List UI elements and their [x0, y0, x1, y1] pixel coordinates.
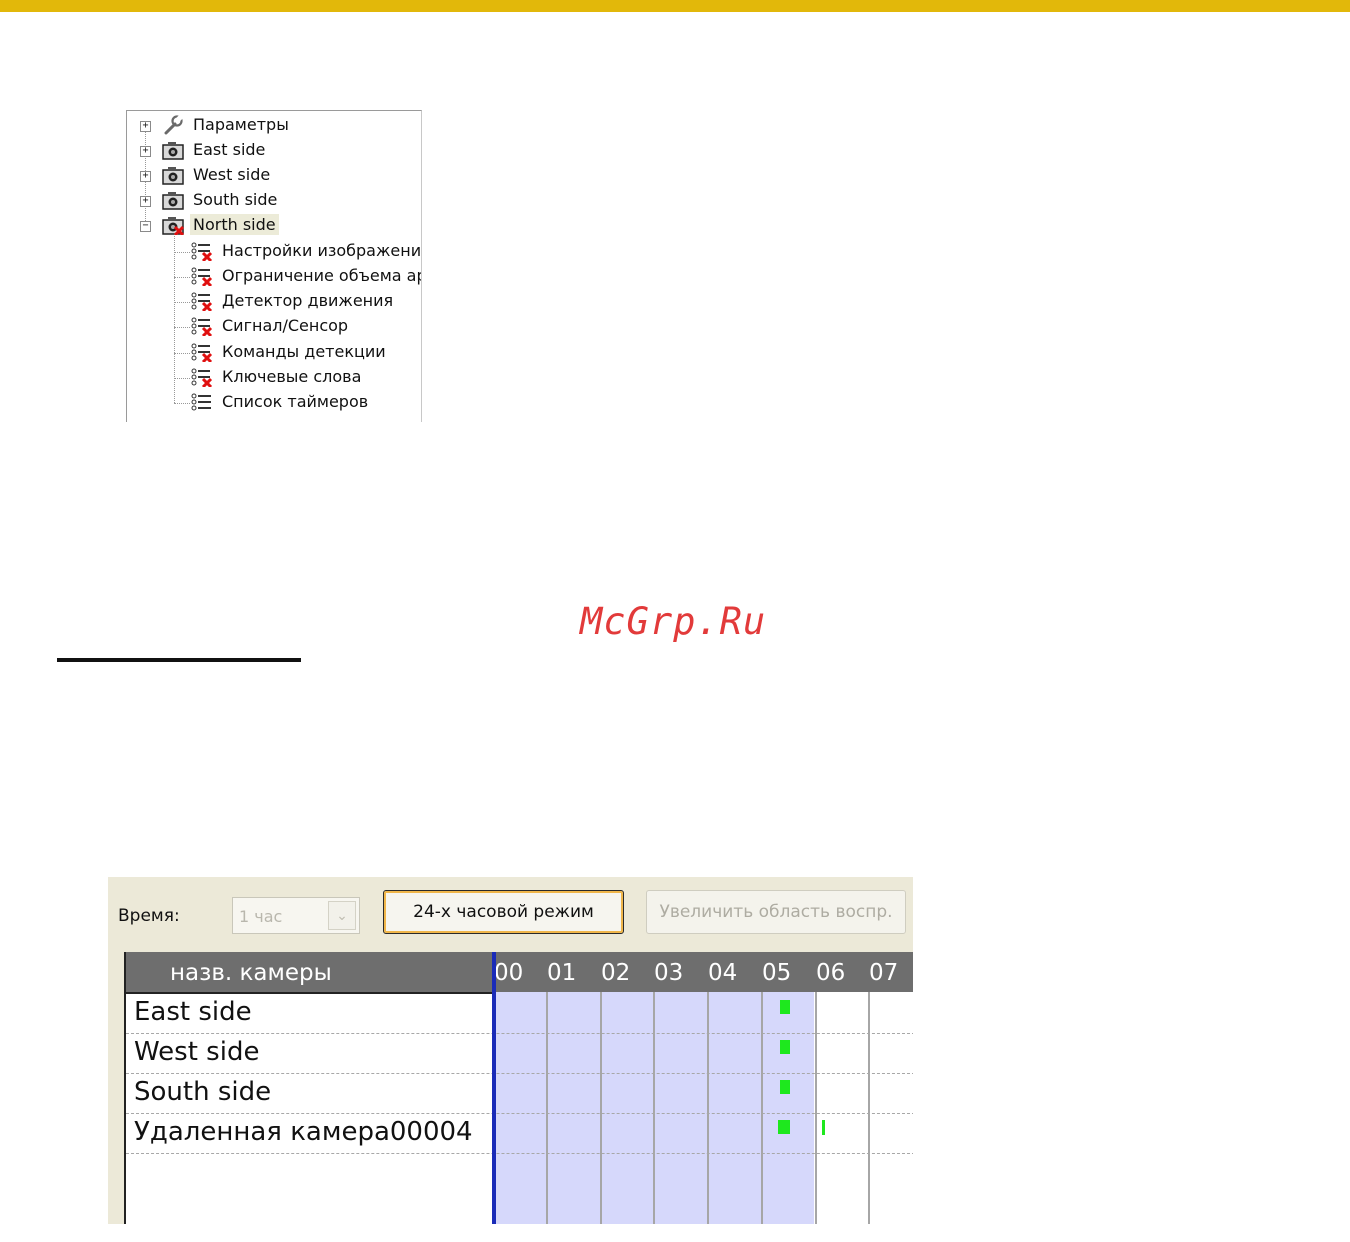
camera-row-east-side[interactable]: East side — [134, 997, 252, 1027]
24h-mode-button[interactable]: 24-х часовой режим — [383, 890, 624, 934]
settings-list-error-icon — [191, 267, 213, 286]
settings-list-icon — [191, 393, 211, 410]
camera-row-south-side[interactable]: South side — [134, 1077, 271, 1107]
tree-child-image-settings[interactable]: Настройки изображения — [191, 238, 422, 263]
timeline-header: назв. камеры 00 01 02 03 04 05 06 07 — [126, 952, 913, 992]
timeline-panel: Время: 1 час ⌄ 24-х часовой режим Увелич… — [108, 877, 913, 1224]
expand-toggle-east-side[interactable]: + — [140, 146, 151, 157]
tree-node-label: Список таймеров — [222, 392, 369, 411]
row-divider — [126, 1153, 913, 1154]
top-accent-bar — [0, 0, 1350, 12]
tree-node-label: Ограничение объема архи — [222, 266, 421, 285]
hour-label: 05 — [762, 960, 792, 986]
recording-segment[interactable] — [780, 1040, 790, 1054]
hour-gridline — [761, 992, 763, 1224]
tree-node-label: South side — [193, 190, 278, 209]
tree-child-signal-sensor[interactable]: Сигнал/Сенсор — [191, 313, 351, 338]
settings-list-error-icon — [191, 343, 213, 362]
tree-node-label-selected: North side — [190, 214, 279, 235]
tree-node-parameters[interactable]: Параметры — [162, 112, 292, 137]
camera-row-west-side[interactable]: West side — [134, 1037, 259, 1067]
expand-toggle-west-side[interactable]: + — [140, 171, 151, 182]
row-divider — [126, 1073, 913, 1074]
settings-list-error-icon — [191, 368, 213, 387]
tree-connector — [174, 378, 190, 379]
tree-child-motion-detector[interactable]: Детектор движения — [191, 288, 396, 313]
hour-label: 01 — [547, 960, 577, 986]
chevron-down-icon[interactable]: ⌄ — [328, 901, 356, 930]
tree-connector — [174, 353, 190, 354]
time-scale-select[interactable]: 1 час ⌄ — [232, 897, 360, 934]
hour-gridline — [815, 992, 817, 1224]
tree-node-south-side[interactable]: South side — [162, 187, 280, 212]
hour-label: 06 — [816, 960, 846, 986]
hour-label: 07 — [869, 960, 899, 986]
settings-list-error-icon — [191, 317, 213, 336]
hour-label: 04 — [708, 960, 738, 986]
tree-node-label: Ключевые слова — [222, 367, 362, 386]
watermark-text: McGrp.Ru — [580, 600, 767, 643]
tree-node-west-side[interactable]: West side — [162, 162, 273, 187]
recording-segment[interactable] — [780, 1000, 790, 1014]
expand-toggle-parameters[interactable]: + — [140, 121, 151, 132]
wrench-icon — [164, 113, 184, 134]
tree-connector — [174, 302, 190, 303]
tree-node-label: Команды детекции — [222, 342, 386, 361]
tree-node-east-side[interactable]: East side — [162, 137, 268, 162]
row-divider — [126, 1033, 913, 1034]
collapse-toggle-north-side[interactable]: − — [140, 221, 151, 232]
tree-node-north-side[interactable]: North side — [162, 212, 279, 237]
recording-segment[interactable] — [780, 1080, 790, 1094]
tree-node-label: West side — [193, 165, 271, 184]
camera-error-icon — [162, 216, 184, 235]
camera-icon — [162, 141, 184, 160]
timeline-grid[interactable]: назв. камеры 00 01 02 03 04 05 06 07 Eas… — [124, 952, 913, 1224]
recording-segment[interactable] — [778, 1120, 790, 1134]
recording-segment[interactable] — [822, 1120, 825, 1135]
header-bottom-border — [126, 992, 493, 994]
tree-child-timer-list[interactable]: Список таймеров — [191, 389, 371, 414]
tree-child-detection-commands[interactable]: Команды детекции — [191, 339, 389, 364]
tree-node-label: Настройки изображения — [222, 241, 422, 260]
row-divider — [126, 1113, 913, 1114]
expand-toggle-south-side[interactable]: + — [140, 196, 151, 207]
time-scale-value: 1 час — [239, 907, 283, 926]
time-label: Время: — [118, 906, 180, 926]
settings-list-error-icon — [191, 292, 213, 311]
camera-name-header: назв. камеры — [170, 960, 332, 986]
device-tree[interactable]: + Параметры + East side + West side + So… — [126, 110, 422, 422]
settings-list-error-icon — [191, 242, 213, 261]
tree-child-keywords[interactable]: Ключевые слова — [191, 364, 364, 389]
tree-connector — [174, 327, 190, 328]
playback-cursor[interactable] — [492, 952, 496, 1224]
tree-node-label: Детектор движения — [222, 291, 394, 310]
hour-gridline — [653, 992, 655, 1224]
hour-label: 03 — [654, 960, 684, 986]
camera-icon — [162, 166, 184, 185]
tree-connector — [174, 252, 190, 253]
tree-connector — [174, 277, 190, 278]
enlarge-playback-area-button[interactable]: Увеличить область воспр. — [646, 890, 906, 934]
tree-node-label: East side — [193, 140, 266, 159]
camera-row-remote-camera[interactable]: Удаленная камера00004 — [134, 1117, 473, 1147]
tree-child-archive-limit[interactable]: Ограничение объема архи — [191, 263, 421, 288]
tree-connector — [174, 403, 190, 404]
hour-label: 02 — [601, 960, 631, 986]
section-divider — [57, 658, 301, 662]
camera-icon — [162, 191, 184, 210]
hour-gridline — [707, 992, 709, 1224]
hour-gridline — [600, 992, 602, 1224]
tree-node-label: Параметры — [193, 115, 289, 134]
tree-node-label: Сигнал/Сенсор — [222, 316, 349, 335]
hour-gridline — [546, 992, 548, 1224]
hour-gridline — [868, 992, 870, 1224]
hour-label: 00 — [494, 960, 524, 986]
shaded-time-range — [496, 992, 814, 1224]
